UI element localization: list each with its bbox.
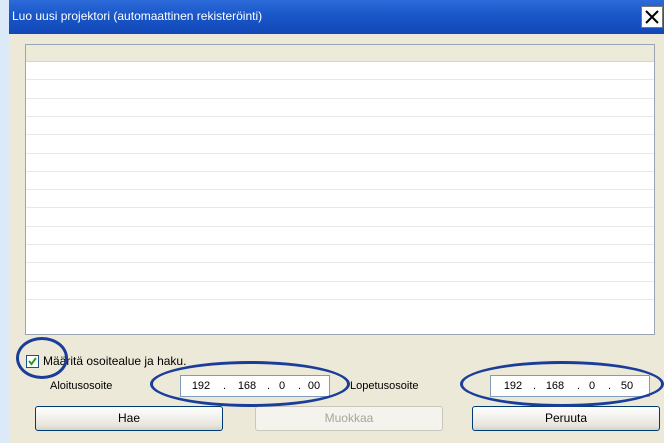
list-row	[26, 115, 654, 117]
title-bar[interactable]: Luo uusi projektori (automaattinen rekis…	[9, 0, 664, 34]
list-row	[26, 170, 654, 172]
edit-button[interactable]: Muokkaa	[255, 406, 443, 431]
list-row	[26, 207, 654, 209]
list-row	[26, 97, 654, 99]
end-address-label: Lopetusosoite	[350, 380, 419, 392]
highlight-circle-end-address	[460, 361, 664, 407]
list-row	[26, 244, 654, 245]
list-row	[26, 280, 654, 282]
start-address-label: Aloitusosoite	[50, 380, 113, 392]
projector-list[interactable]	[25, 44, 655, 335]
list-row	[26, 152, 654, 154]
list-row	[26, 189, 654, 191]
highlight-circle-start-address	[150, 361, 350, 407]
search-button[interactable]: Hae	[35, 406, 223, 431]
cancel-button[interactable]: Peruuta	[472, 406, 660, 431]
list-row	[26, 225, 654, 227]
list-header	[26, 45, 654, 62]
list-row	[26, 79, 654, 81]
window-title: Luo uusi projektori (automaattinen rekis…	[12, 9, 263, 23]
close-icon	[645, 10, 659, 24]
list-row	[26, 262, 654, 264]
list-row	[26, 298, 654, 300]
highlight-circle-checkbox	[16, 337, 68, 379]
close-button[interactable]	[641, 6, 663, 28]
list-row	[26, 134, 654, 136]
